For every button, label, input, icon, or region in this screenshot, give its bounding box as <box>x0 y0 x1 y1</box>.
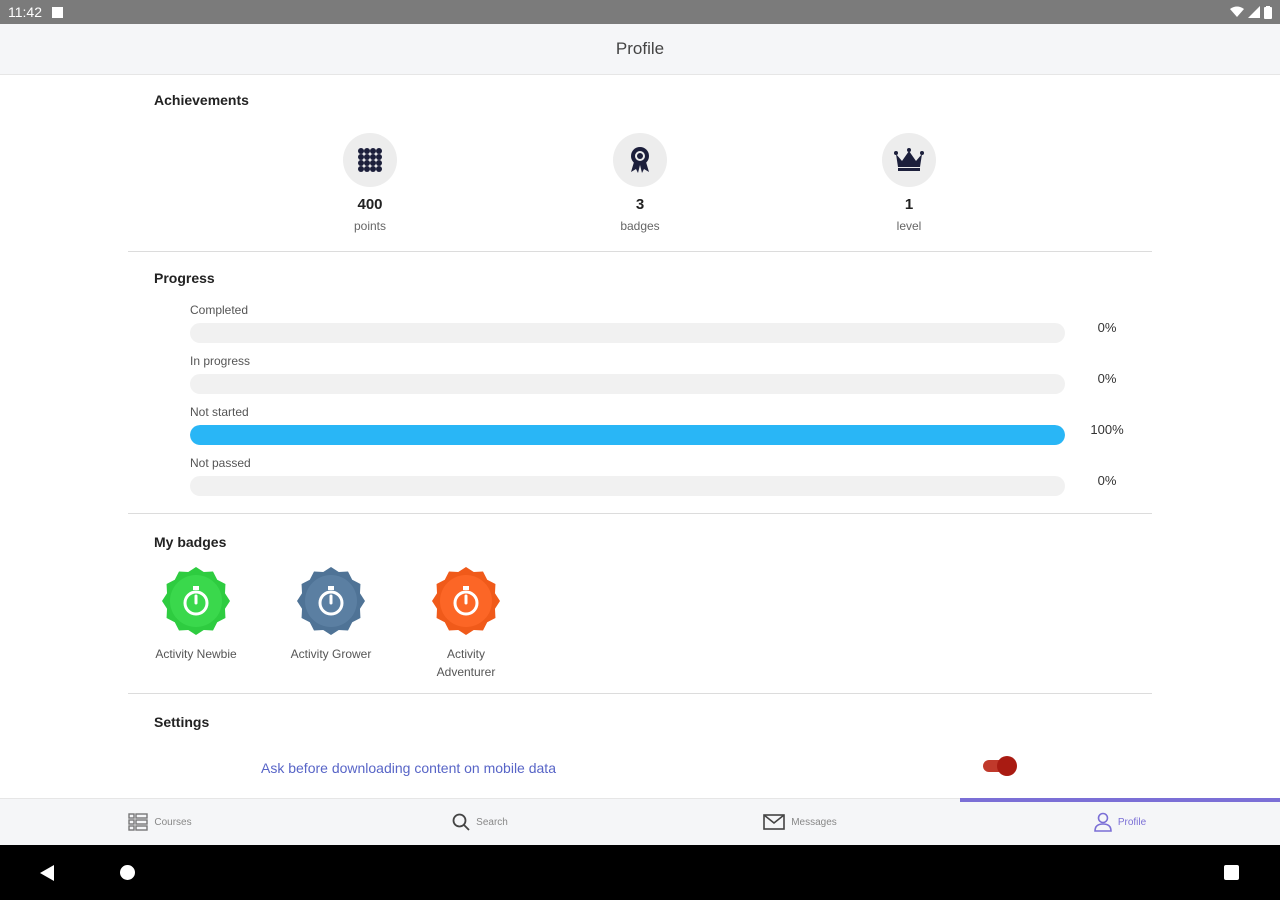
progress-label: In progress <box>190 354 251 368</box>
stopwatch-badge-icon <box>432 567 500 635</box>
back-icon[interactable] <box>40 865 54 881</box>
badges-label: badges <box>620 219 660 233</box>
points-value: 400 <box>357 196 383 213</box>
recent-apps-icon[interactable] <box>1224 865 1239 880</box>
badge-activity-adventurer[interactable]: Activity Adventurer <box>416 566 516 681</box>
app-bar: Profile <box>0 24 1280 75</box>
stopwatch-badge-icon <box>297 567 365 635</box>
mobile-data-setting-label[interactable]: Ask before downloading content on mobile… <box>261 760 556 776</box>
progress-fill <box>190 425 1065 445</box>
settings-title: Settings <box>154 714 210 730</box>
profile-icon <box>1094 812 1112 832</box>
nav-label: Search <box>476 816 508 828</box>
achievements-section: Achievements 400 points 3 badges 1 level <box>128 75 1152 252</box>
progress-bar <box>190 374 1065 394</box>
page-title: Profile <box>615 39 665 58</box>
progress-bar <box>190 323 1065 343</box>
progress-percent: 100% <box>1090 422 1124 437</box>
progress-section: Progress Completed 0% In progress 0% Not… <box>128 252 1152 514</box>
nav-search[interactable]: Search <box>320 799 640 845</box>
progress-row-not-passed: Not passed 0% <box>190 456 1116 496</box>
level-value: 1 <box>904 196 914 213</box>
badge-label: Activity Grower <box>290 647 372 661</box>
mobile-data-toggle[interactable] <box>983 756 1017 776</box>
toggle-knob <box>997 756 1017 776</box>
progress-bar <box>190 476 1065 496</box>
badge-activity-grower[interactable]: Activity Grower <box>281 566 381 663</box>
courses-icon <box>128 813 149 831</box>
nav-label: Messages <box>791 816 837 828</box>
nav-label: Profile <box>1117 816 1147 828</box>
achievement-level: 1 level <box>849 133 969 233</box>
bottom-navigation: Courses Search Messages Profile <box>0 798 1280 845</box>
settings-section: Settings Ask before downloading content … <box>128 694 1152 798</box>
points-label: points <box>353 219 387 233</box>
progress-row-not-started: Not started 100% <box>190 405 1124 445</box>
badges-value: 3 <box>635 196 645 213</box>
progress-percent: 0% <box>1097 371 1117 386</box>
nav-profile[interactable]: Profile <box>960 798 1280 845</box>
battery-icon <box>1264 5 1272 19</box>
badges-section: My badges Activity Newbie Activity Growe… <box>128 514 1152 694</box>
stopwatch-badge-icon <box>162 567 230 635</box>
badge-label: Activity Adventurer <box>436 647 496 679</box>
notification-icon <box>52 6 63 18</box>
progress-label: Completed <box>190 303 249 317</box>
progress-percent: 0% <box>1097 473 1117 488</box>
level-label: level <box>896 219 922 233</box>
grid-icon <box>343 133 397 187</box>
messages-icon <box>763 814 786 830</box>
nav-label: Courses <box>154 816 192 828</box>
achievement-points: 400 points <box>310 133 430 233</box>
progress-row-in-progress: In progress 0% <box>190 354 1116 394</box>
achievements-title: Achievements <box>154 92 249 108</box>
progress-bar <box>190 425 1065 445</box>
progress-title: Progress <box>154 270 215 286</box>
progress-label: Not started <box>190 405 249 419</box>
nav-messages[interactable]: Messages <box>640 799 960 845</box>
progress-percent: 0% <box>1097 320 1117 335</box>
progress-label: Not passed <box>190 456 251 470</box>
achievement-badges: 3 badges <box>580 133 700 233</box>
wifi-icon <box>1230 6 1244 17</box>
crown-icon <box>882 133 936 187</box>
home-icon[interactable] <box>120 865 135 880</box>
award-icon <box>613 133 667 187</box>
badge-label: Activity Newbie <box>155 647 237 661</box>
signal-icon <box>1248 6 1260 18</box>
system-navigation-bar <box>0 845 1280 900</box>
search-icon <box>452 813 470 831</box>
badges-title: My badges <box>154 534 227 550</box>
nav-courses[interactable]: Courses <box>0 799 320 845</box>
progress-row-completed: Completed 0% <box>190 303 1116 343</box>
status-bar: 11:42 <box>0 0 1280 24</box>
badge-activity-newbie[interactable]: Activity Newbie <box>146 566 246 663</box>
status-time: 11:42 <box>8 4 42 20</box>
profile-content[interactable]: Achievements 400 points 3 badges 1 level… <box>128 75 1152 798</box>
